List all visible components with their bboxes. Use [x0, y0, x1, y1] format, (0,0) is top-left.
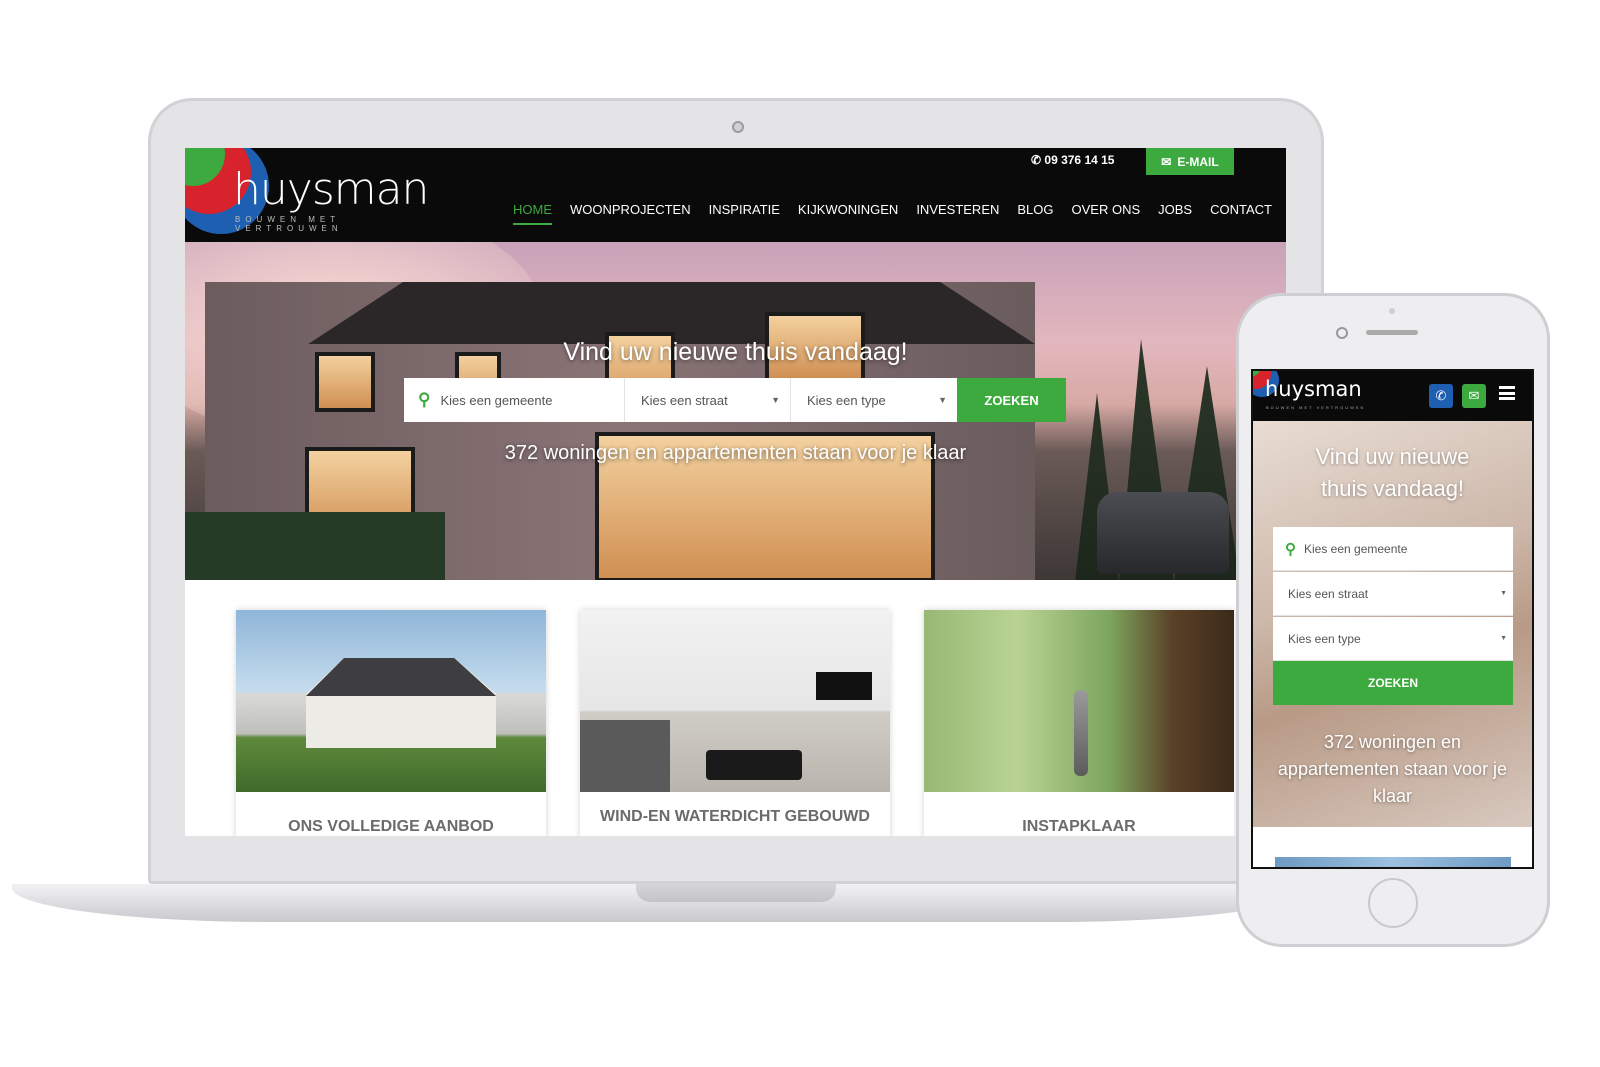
- nav-item-home[interactable]: HOME: [513, 202, 552, 225]
- mobile-title-line: Vind uw nieuwe: [1315, 444, 1470, 469]
- nav-item-blog[interactable]: BLOG: [1017, 202, 1053, 217]
- logo[interactable]: huysman BOUWEN MET VERTROUWEN: [185, 148, 425, 242]
- envelope-icon: ✉: [1468, 388, 1480, 403]
- mobile-type-select[interactable]: Kies een type ▼: [1273, 617, 1513, 661]
- card-instapklaar[interactable]: INSTAPKLAAR: [924, 610, 1234, 836]
- mobile-municipality-input[interactable]: ⚲ Kies een gemeente: [1273, 527, 1513, 571]
- card-title: INSTAPKLAAR: [1022, 818, 1136, 835]
- municipality-placeholder: Kies een gemeente: [440, 392, 553, 408]
- laptop-camera: [732, 121, 744, 133]
- table-photo: [706, 750, 802, 780]
- street-placeholder: Kies een straat: [641, 392, 728, 408]
- envelope-icon: ✉: [1161, 154, 1172, 169]
- card-wind-waterdicht[interactable]: WIND-EN WATERDICHT GEBOUWD: [580, 610, 890, 836]
- nav-item-kijkwoningen[interactable]: KIJKWONINGEN: [798, 202, 898, 217]
- mobile-header: huysman BOUWEN MET VERTROUWEN ✆ ✉: [1253, 371, 1532, 421]
- search-icon: ⚲: [418, 390, 431, 409]
- chevron-down-icon: ▼: [938, 395, 947, 405]
- hamburger-menu-icon[interactable]: [1499, 386, 1515, 400]
- street-placeholder: Kies een straat: [1288, 586, 1369, 601]
- phone-home-button[interactable]: [1368, 878, 1418, 928]
- desktop-site: huysman BOUWEN MET VERTROUWEN ✆ 09 376 1…: [185, 148, 1286, 836]
- mobile-hero-subtitle: 372 woningen en appartementen staan voor…: [1253, 729, 1532, 810]
- search-button[interactable]: ZOEKEN: [957, 378, 1066, 422]
- mobile-subtitle-line: appartementen staan voor je: [1277, 759, 1508, 779]
- site-header: huysman BOUWEN MET VERTROUWEN ✆ 09 376 1…: [185, 148, 1286, 242]
- hero-subtitle: 372 woningen en appartementen staan voor…: [504, 442, 967, 464]
- key-photo: [1074, 690, 1088, 776]
- house-photo-roof: [306, 658, 496, 696]
- chevron-down-icon: ▼: [1500, 635, 1507, 642]
- logo-tagline: BOUWEN MET VERTROUWEN: [235, 215, 343, 233]
- card-image: [236, 610, 546, 792]
- nav-item-contact[interactable]: CONTACT: [1210, 202, 1272, 217]
- municipality-placeholder: Kies een gemeente: [1304, 541, 1408, 556]
- street-select[interactable]: Kies een straat ▼: [625, 378, 791, 422]
- card-title: WIND-EN WATERDICHT GEBOUWD: [600, 808, 870, 825]
- search-bar: ⚲ Kies een gemeente Kies een straat ▼ Ki…: [404, 378, 1066, 422]
- municipality-search-input[interactable]: ⚲ Kies een gemeente: [404, 378, 625, 422]
- phone-icon: ✆: [1435, 388, 1447, 403]
- mobile-search-button[interactable]: ZOEKEN: [1273, 661, 1513, 705]
- hero-title: Vind uw nieuwe thuis vandaag!: [563, 338, 908, 366]
- phone-number: 09 376 14 15: [1044, 153, 1115, 167]
- chevron-down-icon: ▼: [1500, 590, 1507, 597]
- chevron-down-icon: ▼: [771, 395, 780, 405]
- mobile-hero-title: Vind uw nieuwe thuis vandaag!: [1253, 441, 1532, 505]
- card-image: [580, 610, 890, 792]
- logo-wordmark: huysman: [233, 164, 425, 215]
- mobile-title-line: thuis vandaag!: [1320, 476, 1465, 501]
- type-select[interactable]: Kies een type ▼: [791, 378, 957, 422]
- mobile-email-button[interactable]: ✉: [1462, 384, 1486, 408]
- mobile-subtitle-line: 372 woningen en: [1323, 732, 1462, 752]
- tv-photo: [816, 672, 872, 700]
- mobile-site: huysman BOUWEN MET VERTROUWEN ✆ ✉ Vind u…: [1251, 369, 1534, 869]
- phone-sensor: [1389, 308, 1395, 314]
- nav-item-investeren[interactable]: INVESTEREN: [916, 202, 999, 217]
- mobile-subtitle-line: klaar: [1372, 786, 1412, 806]
- mobile-logo[interactable]: huysman BOUWEN MET VERTROUWEN: [1253, 371, 1363, 421]
- email-label: E-MAIL: [1177, 154, 1219, 169]
- card-title: ONS VOLLEDIGE AANBOD: [288, 818, 494, 835]
- nav-item-inspiratie[interactable]: INSPIRATIE: [709, 202, 780, 217]
- card-image: [924, 610, 1234, 792]
- sofa-photo: [580, 720, 670, 792]
- laptop-notch: [636, 884, 836, 902]
- email-button[interactable]: ✉ E-MAIL: [1146, 148, 1234, 175]
- phone-link[interactable]: ✆ 09 376 14 15: [1031, 153, 1114, 167]
- logo-tagline: BOUWEN MET VERTROUWEN: [1266, 405, 1363, 410]
- phone-icon: ✆: [1031, 153, 1042, 167]
- mobile-phone-button[interactable]: ✆: [1429, 384, 1453, 408]
- search-icon: ⚲: [1285, 540, 1296, 558]
- logo-wordmark: huysman: [1265, 377, 1362, 401]
- type-placeholder: Kies een type: [1288, 631, 1361, 646]
- mobile-card-image-peek: [1275, 857, 1511, 867]
- mobile-street-select[interactable]: Kies een straat ▼: [1273, 572, 1513, 616]
- nav-item-woonprojecten[interactable]: WOONPROJECTEN: [570, 202, 691, 217]
- nav-item-jobs[interactable]: JOBS: [1158, 202, 1192, 217]
- card-aanbod[interactable]: ONS VOLLEDIGE AANBOD: [236, 610, 546, 836]
- type-placeholder: Kies een type: [807, 392, 886, 408]
- hero-hedge: [185, 512, 445, 580]
- mobile-hero: Vind uw nieuwe thuis vandaag! ⚲ Kies een…: [1253, 421, 1532, 827]
- main-nav: HOME WOONPROJECTEN INSPIRATIE KIJKWONING…: [513, 202, 1272, 225]
- hero-section: Vind uw nieuwe thuis vandaag! ⚲ Kies een…: [185, 242, 1286, 580]
- phone-camera: [1336, 327, 1348, 339]
- nav-item-over-ons[interactable]: OVER ONS: [1072, 202, 1141, 217]
- phone-speaker: [1366, 330, 1418, 335]
- hero-car: [1097, 492, 1229, 574]
